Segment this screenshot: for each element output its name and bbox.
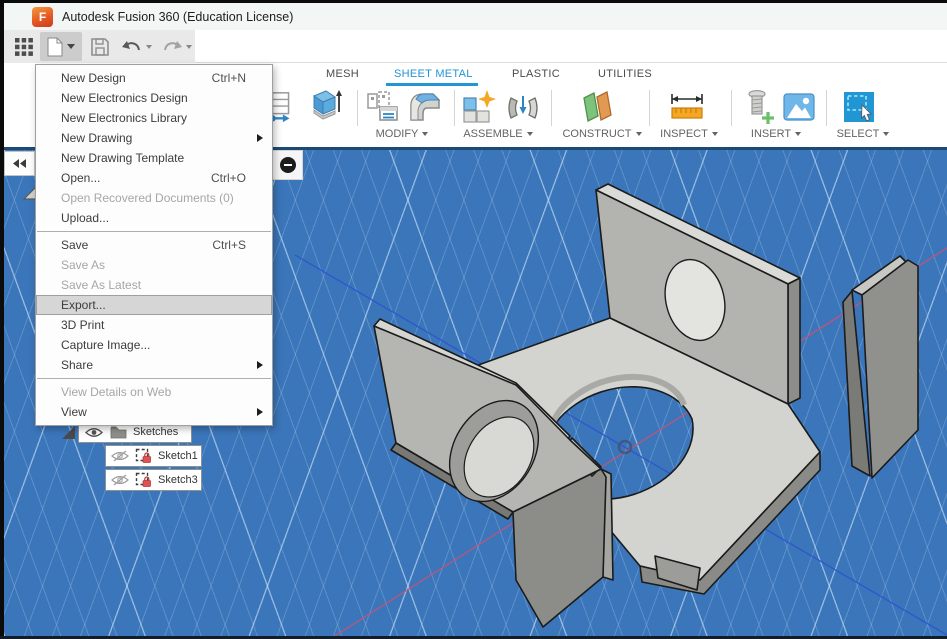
redo-caret-icon <box>186 45 192 49</box>
menu-item-new-design[interactable]: New Design Ctrl+N <box>36 68 272 88</box>
file-menu-caret-icon <box>67 44 75 49</box>
menu-item-view[interactable]: View <box>36 402 272 422</box>
bend-icon[interactable] <box>406 87 444 127</box>
folder-icon <box>110 425 127 439</box>
menu-item-save-as: Save As <box>36 255 272 275</box>
collapse-minus-button[interactable] <box>272 150 303 180</box>
group-insert[interactable]: INSERT <box>742 127 810 141</box>
menu-item-open-recovered-documents: Open Recovered Documents (0) <box>36 188 272 208</box>
group-select-label: SELECT <box>837 128 880 140</box>
menu-item-save-as-latest: Save As Latest <box>36 275 272 295</box>
submenu-arrow-icon <box>257 408 263 416</box>
insert-fastener-icon[interactable] <box>740 87 778 127</box>
group-select[interactable]: SELECT <box>828 127 898 141</box>
eye-hidden-icon[interactable] <box>111 474 129 486</box>
window-border-left <box>0 0 4 639</box>
tab-mesh[interactable]: MESH <box>326 68 359 80</box>
submenu-arrow-icon <box>257 134 263 142</box>
submenu-arrow-icon <box>257 361 263 369</box>
group-inspect-label: INSPECT <box>660 128 708 140</box>
shortcut: Ctrl+O <box>211 171 246 185</box>
right-flange-side <box>788 278 800 404</box>
redo-icon[interactable] <box>160 37 194 57</box>
shortcut: Ctrl+N <box>212 71 246 85</box>
menu-item-new-electronics-design[interactable]: New Electronics Design <box>36 88 272 108</box>
chevron-down-icon <box>712 132 718 136</box>
joint-icon[interactable] <box>504 87 542 127</box>
browser-collapse-button[interactable] <box>4 151 35 176</box>
browser-item-sketch1[interactable]: Sketch1 <box>105 445 202 467</box>
new-component-icon[interactable] <box>460 87 498 127</box>
undo-icon[interactable] <box>120 37 154 57</box>
chevron-down-icon <box>795 132 801 136</box>
undo-caret-icon <box>146 45 152 49</box>
menu-item-new-drawing[interactable]: New Drawing <box>36 128 272 148</box>
eye-visible-icon[interactable] <box>85 427 103 438</box>
group-inspect[interactable]: INSPECT <box>654 127 724 141</box>
file-icon <box>47 37 63 57</box>
chevron-down-icon <box>422 132 428 136</box>
measure-icon[interactable] <box>668 87 706 127</box>
menu-separator <box>37 378 271 379</box>
sketch-label: Sketch1 <box>158 450 198 462</box>
tab-plastic[interactable]: PLASTIC <box>512 68 560 80</box>
sheet-metal-model[interactable] <box>374 184 918 627</box>
tab-utilities[interactable]: UTILITIES <box>598 68 652 80</box>
sketch-label: Sketch3 <box>158 474 198 486</box>
right-tab-face <box>862 260 918 478</box>
menu-item-share[interactable]: Share <box>36 355 272 375</box>
menu-item-capture-image[interactable]: Capture Image... <box>36 335 272 355</box>
ribbon-separator <box>826 90 827 126</box>
ribbon-separator <box>357 90 358 126</box>
shortcut: Ctrl+S <box>212 238 246 252</box>
menu-item-export[interactable]: Export... <box>36 295 272 315</box>
thicken-icon[interactable] <box>306 87 344 127</box>
ribbon-separator <box>731 90 732 126</box>
title-bar: F Autodesk Fusion 360 (Education License… <box>4 3 947 30</box>
browser-item-sketch3[interactable]: Sketch3 <box>105 469 202 491</box>
menu-item-new-electronics-library[interactable]: New Electronics Library <box>36 108 272 128</box>
menu-item-3d-print[interactable]: 3D Print <box>36 315 272 335</box>
ribbon-separator <box>551 90 552 126</box>
ribbon-separator <box>454 90 455 126</box>
group-construct[interactable]: CONSTRUCT <box>556 127 648 141</box>
group-modify[interactable]: MODIFY <box>370 127 434 141</box>
group-construct-label: CONSTRUCT <box>562 128 631 140</box>
menu-item-view-details-on-web: View Details on Web <box>36 382 272 402</box>
menu-item-open[interactable]: Open... Ctrl+O <box>36 168 272 188</box>
window-title: Autodesk Fusion 360 (Education License) <box>62 10 293 24</box>
double-left-arrow-icon <box>13 159 27 168</box>
quick-access-toolbar: Unt <box>4 30 947 63</box>
group-assemble-label: ASSEMBLE <box>463 128 522 140</box>
unfold-icon[interactable] <box>364 87 402 127</box>
window-border-top <box>0 0 947 3</box>
tab-sheet-metal[interactable]: SHEET METAL <box>394 68 473 80</box>
file-menu-dropdown: New Design Ctrl+N New Electronics Design… <box>35 64 273 426</box>
sketches-expand-icon[interactable] <box>60 424 76 440</box>
group-assemble[interactable]: ASSEMBLE <box>456 127 540 141</box>
group-modify-label: MODIFY <box>376 128 419 140</box>
ribbon-separator <box>649 90 650 126</box>
menu-item-save[interactable]: Save Ctrl+S <box>36 235 272 255</box>
save-icon[interactable] <box>88 36 112 58</box>
canvas-icon[interactable] <box>780 87 818 127</box>
file-menu-button[interactable] <box>40 32 82 61</box>
sketch-icon <box>135 472 152 489</box>
eye-hidden-icon[interactable] <box>111 450 129 462</box>
group-insert-label: INSERT <box>751 128 791 140</box>
menu-item-new-drawing-template[interactable]: New Drawing Template <box>36 148 272 168</box>
chevron-down-icon <box>636 132 642 136</box>
chevron-down-icon <box>883 132 889 136</box>
fusion-logo-icon: F <box>32 7 53 27</box>
menu-separator <box>37 231 271 232</box>
construction-plane-icon[interactable] <box>578 87 616 127</box>
sketch-icon <box>135 448 152 465</box>
menu-item-upload[interactable]: Upload... <box>36 208 272 228</box>
folder-label: Sketches <box>133 426 178 438</box>
app-grid-icon[interactable] <box>13 37 35 57</box>
chevron-down-icon <box>527 132 533 136</box>
select-window-icon[interactable] <box>840 87 878 127</box>
minus-icon <box>280 157 296 173</box>
active-tab-underline <box>386 83 478 86</box>
